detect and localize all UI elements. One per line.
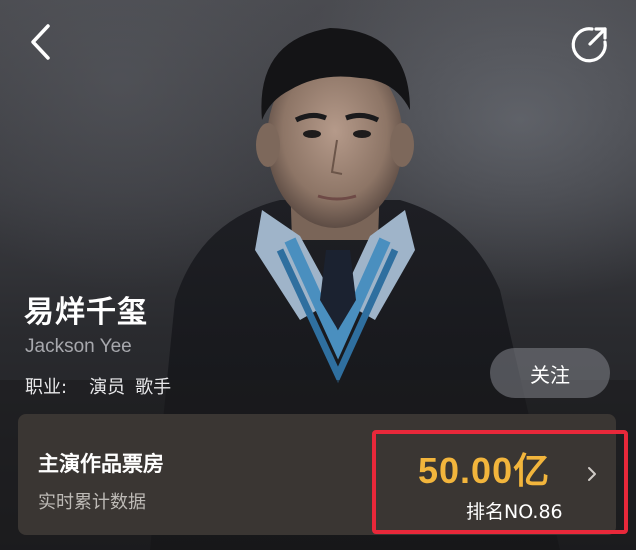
chevron-right-icon[interactable] [584, 466, 600, 482]
box-office-title: 主演作品票房 [38, 452, 164, 476]
chevron-left-icon [31, 24, 50, 60]
artist-name: 易烊千玺 [24, 295, 148, 330]
share-icon [571, 27, 607, 63]
box-office-value: 50.00亿 [418, 450, 551, 491]
box-office-rank: 排名NO.86 [466, 501, 563, 523]
artist-hero: 易烊千玺 Jackson Yee 职业: 演员 歌手 关注 主演作品票房 实时累… [0, 0, 636, 550]
back-button[interactable] [20, 22, 60, 62]
box-office-card[interactable]: 主演作品票房 实时累计数据 50.00亿 排名NO.86 [18, 414, 628, 535]
box-office-subtitle: 实时累计数据 [38, 492, 146, 513]
profession-role: 歌手 [135, 377, 172, 398]
share-button[interactable] [568, 22, 612, 66]
profession-label: 职业: [25, 377, 68, 398]
artist-english-name: Jackson Yee [25, 336, 132, 357]
follow-button[interactable]: 关注 [490, 348, 610, 398]
profession-row: 职业: 演员 歌手 [25, 373, 181, 399]
profession-role: 演员 [89, 377, 126, 398]
